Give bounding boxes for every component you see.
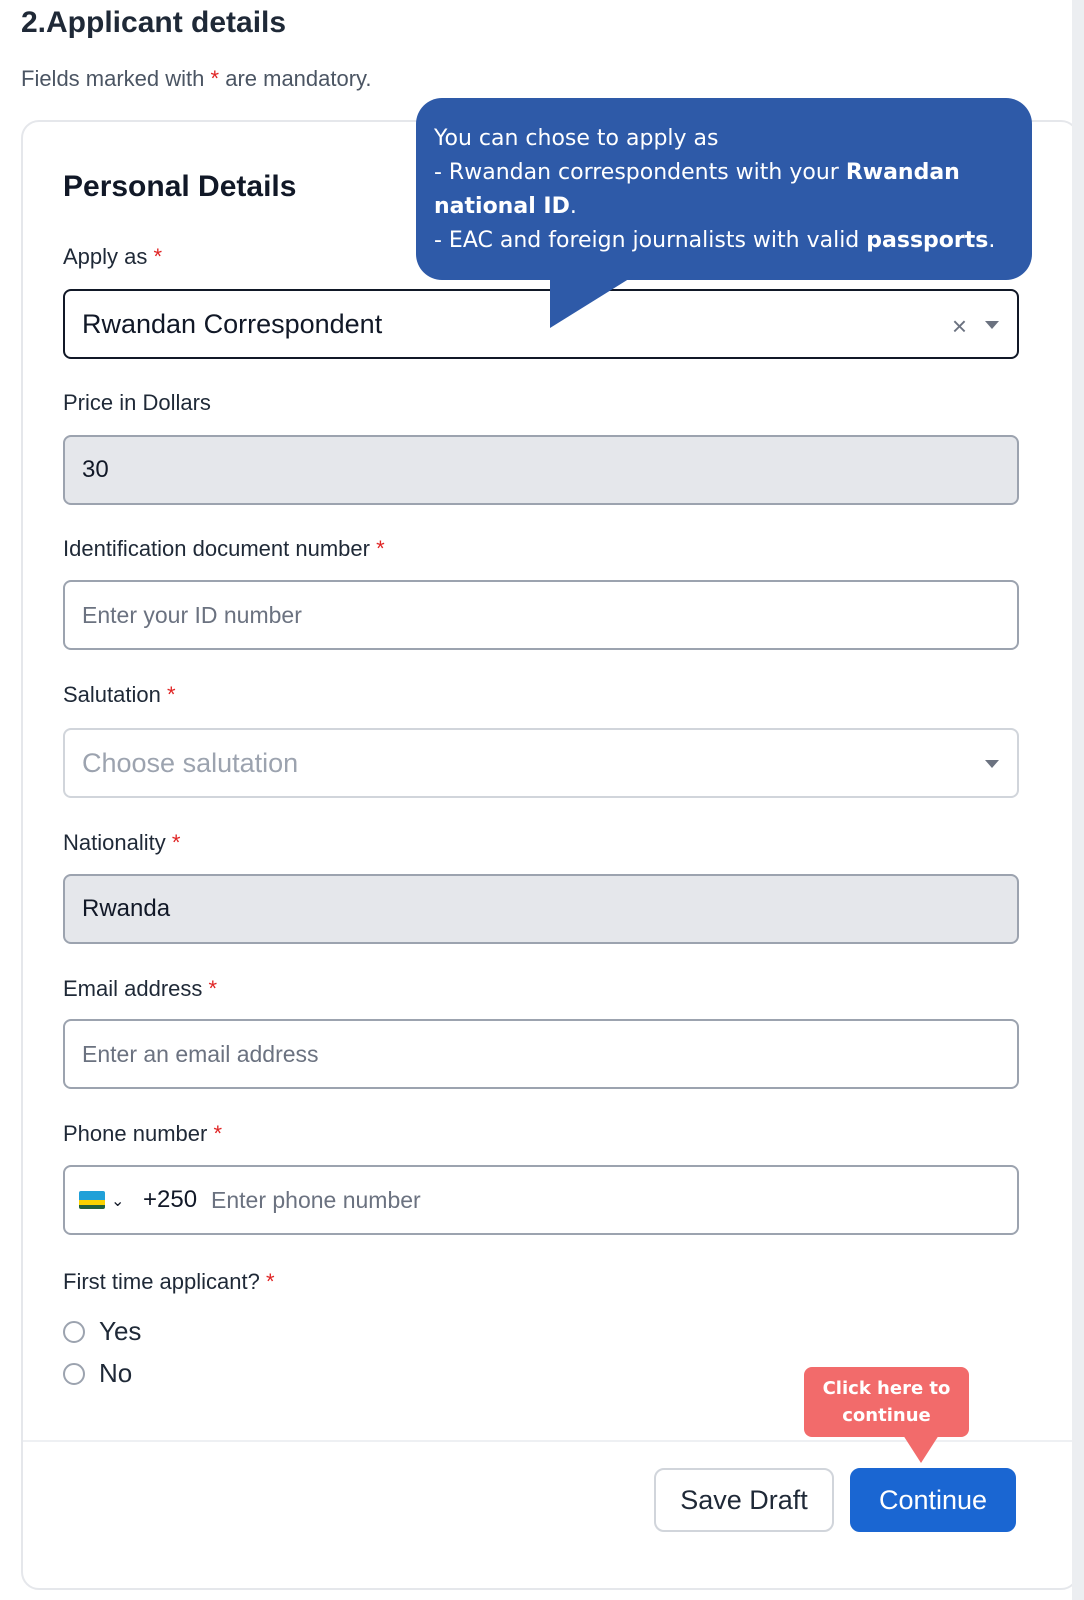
mandatory-prefix: Fields marked with [21,66,205,91]
radio-yes[interactable]: Yes [63,1316,141,1347]
price-label: Price in Dollars [63,390,211,415]
clear-icon[interactable]: × [952,311,967,342]
required-star: * [166,682,176,707]
chevron-down-icon[interactable] [985,321,999,329]
tooltip-text: . [569,194,577,219]
price-field: 30 [63,435,1019,505]
phone-label-text: Phone number [63,1121,208,1146]
email-label-text: Email address [63,976,203,1001]
card-title: Personal Details [63,170,297,203]
nationality-value: Rwanda [82,895,171,922]
continue-tooltip: Click here to continue [804,1367,969,1437]
tooltip-text: - EAC and foreign journalists with valid [434,228,867,253]
radio-no-label[interactable]: No [99,1358,132,1389]
save-draft-button[interactable]: Save Draft [654,1468,834,1532]
radio-yes-label[interactable]: Yes [99,1316,141,1347]
apply-as-tooltip: You can chose to apply as - Rwandan corr… [416,98,1032,280]
tooltip-line-3: - EAC and foreign journalists with valid… [434,224,1014,258]
radio-no[interactable]: No [63,1358,132,1389]
apply-as-label-text: Apply as [63,244,148,269]
first-time-label: First time applicant? * [63,1269,275,1295]
required-star: * [265,1269,275,1294]
nationality-label: Nationality * [63,830,180,856]
continue-tooltip-line-2: continue [842,1405,931,1426]
apply-as-select[interactable]: Rwandan Correspondent × [63,289,1019,359]
radio-circle[interactable] [63,1362,85,1385]
chevron-down-icon[interactable] [985,760,999,768]
email-label: Email address * [63,976,217,1002]
radio-circle[interactable] [63,1320,85,1343]
tooltip-pointer [550,272,640,328]
salutation-select[interactable]: Choose salutation [63,728,1019,798]
phone-label: Phone number * [63,1121,222,1147]
required-star: * [153,244,163,269]
phone-input[interactable]: ⌄ +250 Enter phone number [63,1165,1019,1235]
required-star: * [210,66,220,91]
continue-tooltip-line-1: Click here to [822,1378,951,1399]
tooltip-text: . [988,228,996,253]
id-number-input[interactable]: Enter your ID number [63,580,1019,650]
id-number-label: Identification document number * [63,536,385,562]
chevron-down-icon[interactable]: ⌄ [111,1191,124,1211]
tooltip-line-1: You can chose to apply as [434,126,719,151]
phone-placeholder: Enter phone number [211,1187,421,1213]
tooltip-text: - Rwandan correspondents with your [434,160,846,185]
required-star: * [213,1121,223,1146]
mandatory-suffix: are mandatory. [225,66,372,91]
email-input[interactable]: Enter an email address [63,1019,1019,1089]
tooltip-line-2: - Rwandan correspondents with your Rwand… [434,156,1014,224]
required-star: * [208,976,218,1001]
tooltip-bold-text: passports [866,228,989,253]
salutation-label: Salutation * [63,682,176,708]
price-value: 30 [82,456,109,483]
id-number-placeholder: Enter your ID number [82,601,302,628]
required-star: * [376,536,385,561]
section-title: 2.Applicant details [21,6,287,39]
salutation-label-text: Salutation [63,682,161,707]
required-star: * [171,830,181,855]
mandatory-note: Fields marked with * are mandatory. [21,66,372,92]
email-placeholder: Enter an email address [82,1040,319,1067]
apply-as-label: Apply as * [63,244,162,270]
nationality-label-text: Nationality [63,830,166,855]
apply-as-value: Rwandan Correspondent [82,308,383,339]
continue-button[interactable]: Continue [850,1468,1016,1532]
scroll-gutter [1072,0,1084,1600]
first-time-label-text: First time applicant? [63,1269,260,1294]
nationality-field: Rwanda [63,874,1019,944]
tooltip-pointer [903,1435,939,1463]
rwanda-flag-icon[interactable] [79,1191,105,1209]
id-number-label-text: Identification document number [63,536,370,561]
salutation-placeholder: Choose salutation [82,747,299,778]
dial-code: +250 [143,1186,198,1213]
